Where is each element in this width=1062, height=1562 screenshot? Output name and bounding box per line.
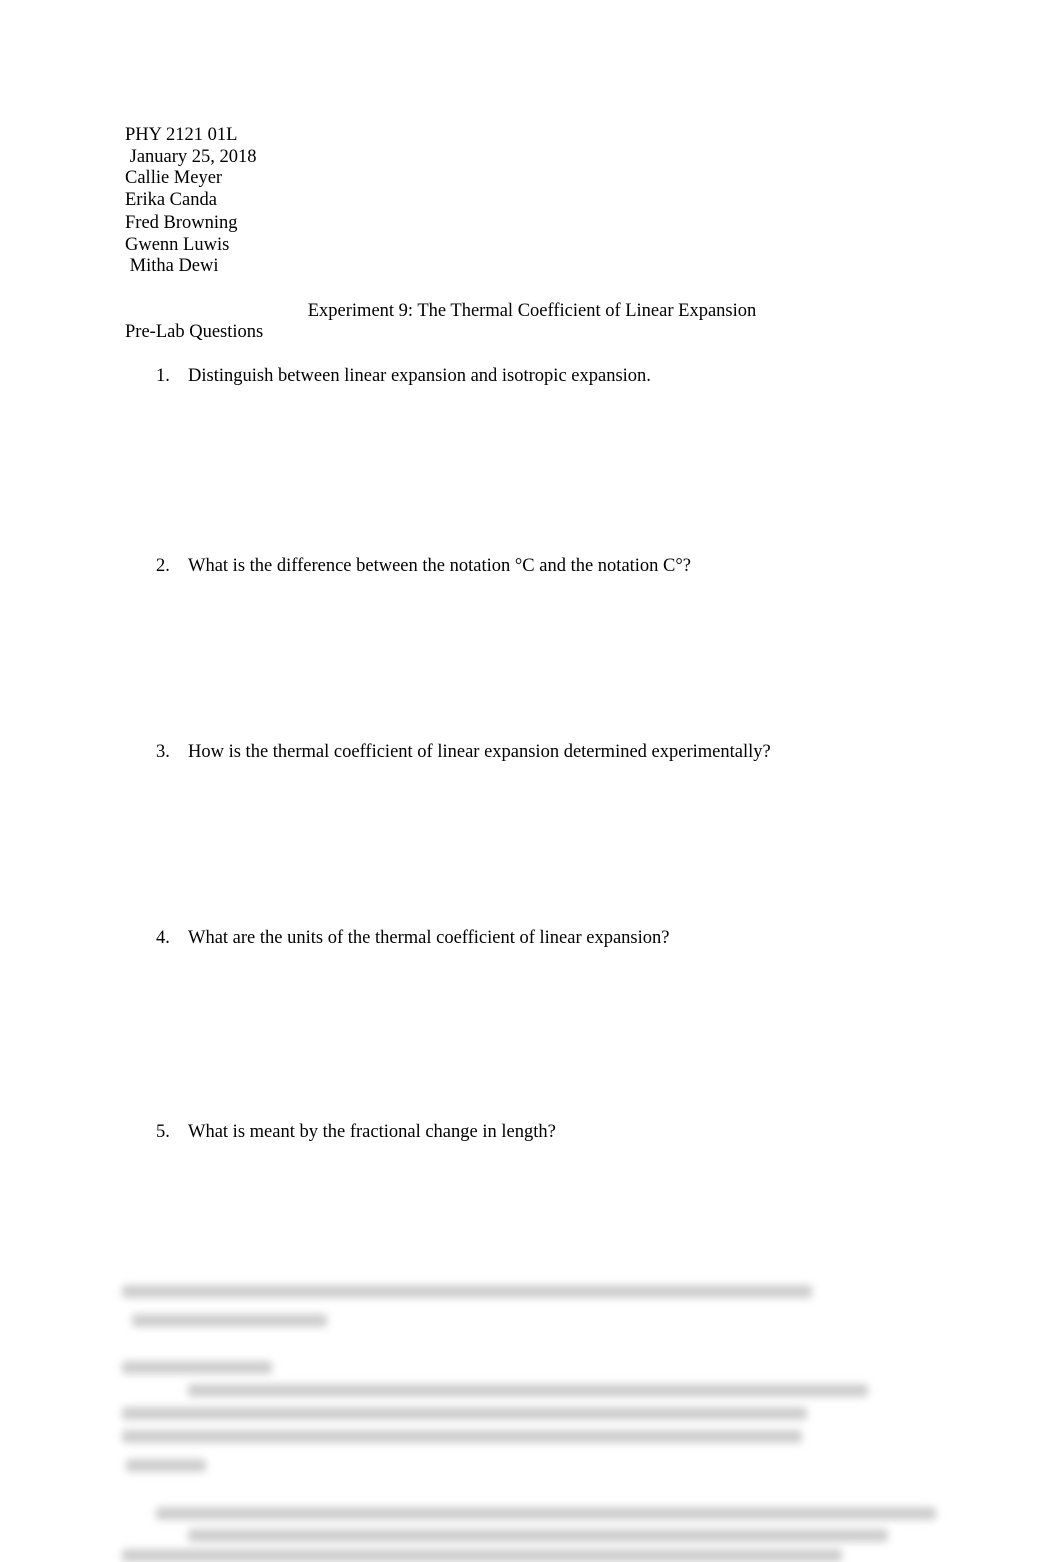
course-code: PHY 2121 01L (125, 125, 238, 145)
question-item: 3. How is the thermal coefficient of lin… (156, 741, 771, 763)
question-number: 5. (156, 1122, 170, 1142)
question-item: 2. What is the difference between the no… (156, 555, 691, 577)
blurred-text-line (132, 1314, 327, 1327)
author-name: Callie Meyer (125, 168, 223, 188)
question-item: 5. What is meant by the fractional chang… (156, 1121, 556, 1143)
document-header: PHY 2121 01L January 25, 2018 Callie Mey… (125, 125, 257, 278)
blurred-text-line (122, 1361, 272, 1374)
question-text: Distinguish between linear expansion and… (188, 366, 651, 386)
question-number: 3. (156, 742, 170, 762)
blurred-text-line (188, 1529, 888, 1542)
blurred-preview-region (112, 1281, 942, 1562)
document-title: Experiment 9: The Thermal Coefficient of… (307, 301, 757, 321)
question-text: What is the difference between the notat… (188, 556, 692, 576)
question-number: 4. (156, 928, 170, 948)
author-name: Fred Browning (125, 213, 238, 233)
question-text: What is meant by the fractional change i… (188, 1122, 556, 1142)
question-number: 1. (156, 366, 170, 386)
author-name: Mitha Dewi (125, 256, 219, 276)
question-item: 1. Distinguish between linear expansion … (156, 365, 651, 387)
blurred-text-line (122, 1285, 812, 1298)
blurred-text-line (156, 1507, 936, 1520)
report-date: January 25, 2018 (125, 146, 257, 167)
question-text: How is the thermal coefficient of linear… (188, 742, 771, 762)
question-text: What are the units of the thermal coeffi… (188, 928, 670, 948)
section-heading: Pre-Lab Questions (125, 322, 264, 342)
document-page: PHY 2121 01L January 25, 2018 Callie Mey… (0, 0, 1062, 1562)
blurred-text-line (122, 1430, 802, 1443)
blurred-text-line (188, 1384, 868, 1397)
blurred-text-line (126, 1459, 206, 1472)
blurred-text-line (122, 1407, 807, 1420)
question-item: 4. What are the units of the thermal coe… (156, 927, 670, 949)
question-number: 2. (156, 556, 170, 576)
author-name: Gwenn Luwis (125, 234, 230, 255)
author-name: Erika Canda (125, 189, 217, 210)
